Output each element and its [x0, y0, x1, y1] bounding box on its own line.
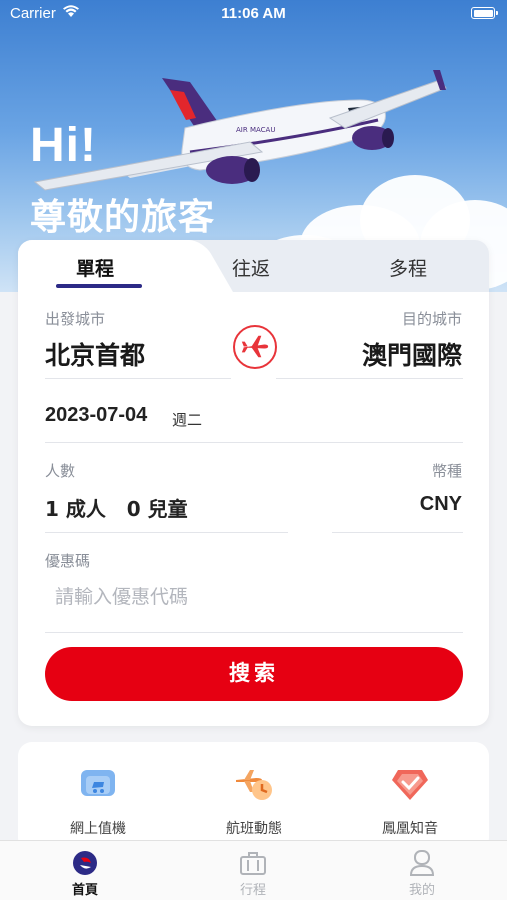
- service-label: 鳳凰知音: [382, 821, 438, 837]
- phoenix-miles-icon: [392, 770, 428, 800]
- tab-multi-city[interactable]: 多程: [389, 254, 427, 281]
- service-phoenix-miles[interactable]: 鳳凰知音: [350, 762, 470, 838]
- divider: [45, 632, 463, 633]
- tab-label: 行程: [239, 883, 266, 898]
- divider: [45, 532, 288, 533]
- service-flight-status[interactable]: 航班動態: [194, 762, 314, 838]
- currency-value[interactable]: CNY: [420, 493, 462, 516]
- status-bar: Carrier 11:06 AM: [0, 0, 507, 30]
- search-button[interactable]: 搜索: [45, 647, 463, 701]
- airplane-icon: [241, 335, 269, 358]
- luggage-icon: [240, 852, 266, 875]
- destination-label: 目的城市: [401, 310, 462, 328]
- currency-label: 幣種: [431, 462, 462, 480]
- swap-cities-button[interactable]: [233, 325, 277, 369]
- tab-label: 首頁: [71, 883, 98, 898]
- divider: [276, 378, 463, 379]
- online-checkin-icon: [81, 770, 115, 796]
- greeting-subtitle: 尊敬的旅客: [30, 197, 216, 238]
- tab-home[interactable]: 首頁: [35, 849, 135, 898]
- service-online-checkin[interactable]: 網上值機: [38, 762, 158, 838]
- passenger-count[interactable]: 1 成人 0 兒童: [45, 493, 188, 522]
- active-tab-indicator: [56, 284, 142, 288]
- destination-city[interactable]: 澳門國際: [362, 336, 462, 372]
- trip-type-tabs: 單程 往返 多程: [18, 240, 489, 292]
- services-card: 網上值機 航班動態 鳳凰知音: [18, 742, 489, 852]
- clock: 11:06 AM: [221, 5, 286, 22]
- service-label: 網上值機: [70, 821, 126, 837]
- divider: [45, 442, 463, 443]
- promo-label: 優惠碼: [45, 552, 91, 570]
- tab-label: 我的: [408, 883, 435, 898]
- passengers-label: 人數: [45, 462, 76, 480]
- profile-icon: [409, 850, 435, 876]
- tab-one-way[interactable]: 單程: [76, 254, 114, 281]
- greeting-title: Hi!: [30, 119, 97, 172]
- battery-icon: [471, 7, 498, 19]
- promo-code-input[interactable]: [45, 580, 463, 614]
- departure-date[interactable]: 2023-07-04: [45, 404, 147, 427]
- divider: [332, 532, 463, 533]
- origin-label: 出發城市: [45, 310, 106, 328]
- home-logo-icon: [73, 851, 97, 875]
- tab-itinerary[interactable]: 行程: [203, 849, 303, 898]
- tab-round-trip[interactable]: 往返: [232, 254, 270, 281]
- flight-status-icon: [236, 770, 272, 800]
- tab-profile[interactable]: 我的: [372, 849, 472, 898]
- divider: [45, 378, 231, 379]
- departure-weekday: 週二: [172, 411, 203, 429]
- service-label: 航班動態: [226, 821, 282, 837]
- bottom-tab-bar: 首頁 行程 我的: [0, 840, 507, 900]
- booking-card: 單程 往返 多程 出發城市 目的城市 北京首都 澳門國際 2023-07-04 …: [18, 240, 489, 726]
- origin-city[interactable]: 北京首都: [45, 336, 145, 372]
- livery-text: AIR MACAU: [236, 126, 275, 134]
